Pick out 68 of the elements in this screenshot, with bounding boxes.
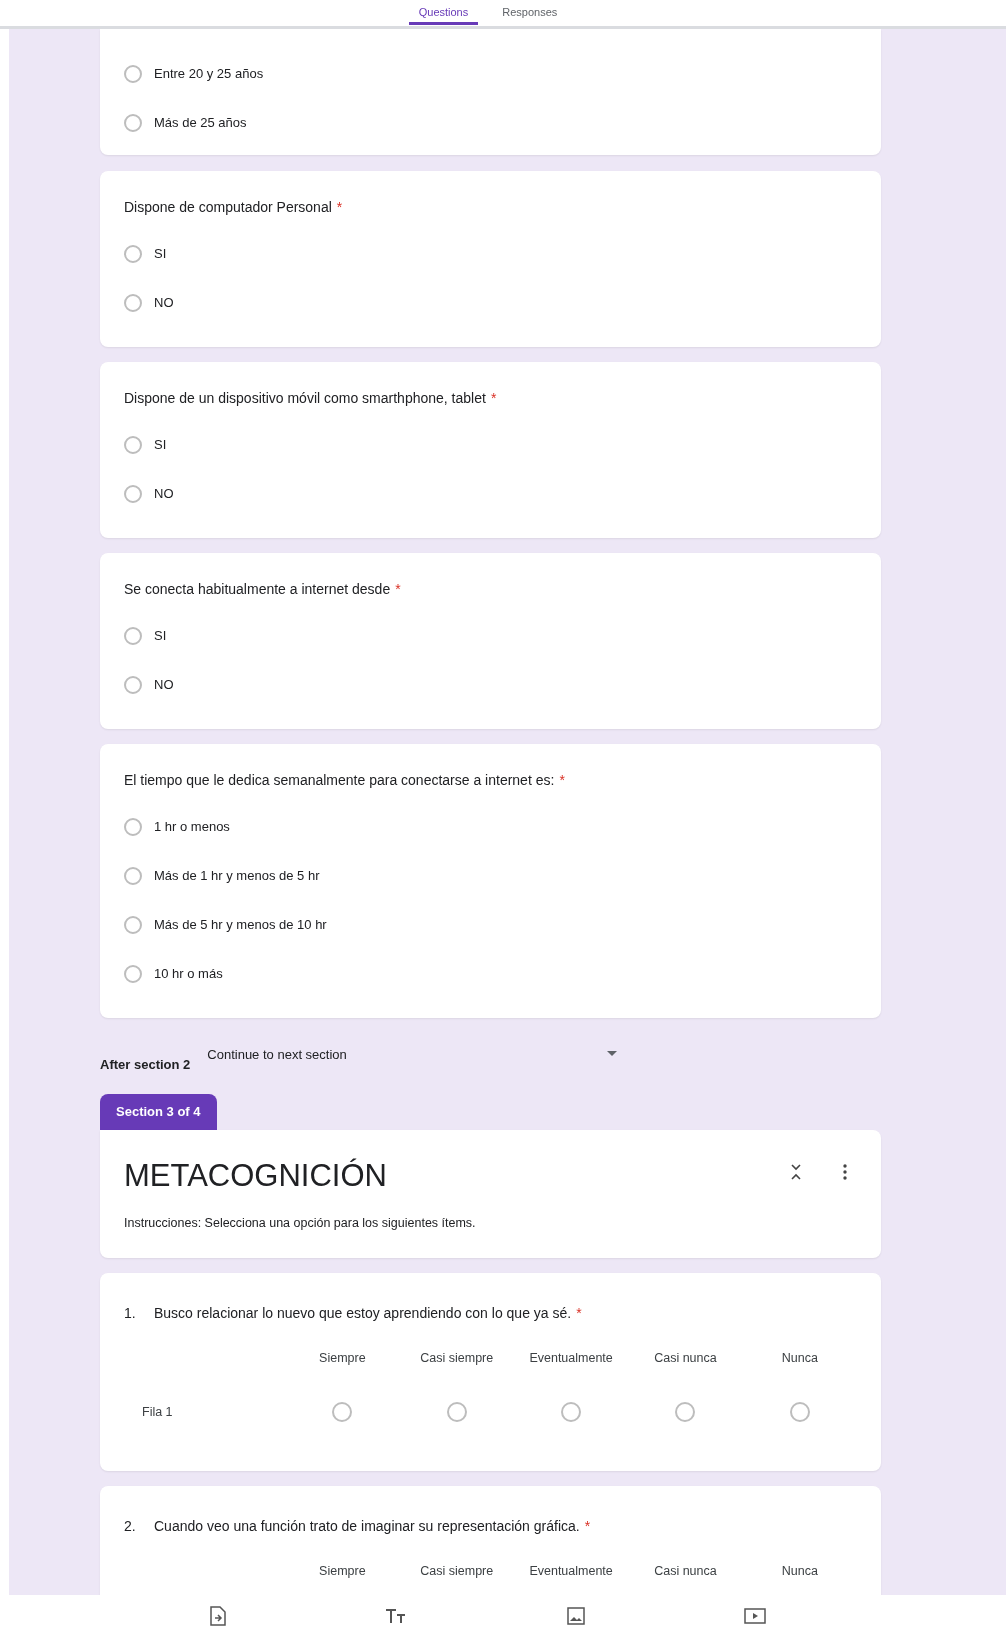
- column-label: Casi nunca: [653, 1564, 718, 1578]
- image-icon[interactable]: [566, 1606, 585, 1625]
- question-number: 1.: [124, 1304, 137, 1323]
- option-label: Más de 5 hr y menos de 10 hr: [154, 917, 327, 932]
- caret-icon: [607, 1051, 618, 1056]
- column-label: Eventualmente: [528, 1564, 614, 1578]
- option-label: SI: [154, 628, 167, 643]
- radio-button[interactable]: [332, 1402, 353, 1422]
- radio-button[interactable]: [789, 1402, 810, 1422]
- option-label: 10 hr o más: [154, 966, 223, 981]
- tab[interactable]: Questions: [408, 0, 479, 25]
- required-mark: *: [336, 199, 343, 215]
- collapse-icon[interactable]: [791, 1164, 801, 1180]
- option-label: Más de 25 años: [154, 115, 247, 130]
- column-label: Casi nunca: [653, 1351, 718, 1365]
- question-title: Busco relacionar lo nuevo que estoy aprendiendo con lo que ya sé.: [154, 1304, 572, 1323]
- radio-button[interactable]: [124, 244, 142, 263]
- column-label: Nunca: [780, 1564, 819, 1578]
- option-label: NO: [154, 677, 174, 692]
- title-text-icon[interactable]: [385, 1607, 408, 1624]
- after-section-label: After section 2: [100, 1057, 191, 1072]
- option-label: NO: [154, 295, 174, 310]
- option-label: NO: [154, 486, 174, 501]
- option-label: SI: [154, 246, 167, 261]
- radio-button[interactable]: [561, 1402, 582, 1422]
- more-options-icon[interactable]: [843, 1164, 847, 1180]
- option-label: Más de 1 hr y menos de 5 hr: [154, 868, 320, 883]
- radio-button[interactable]: [124, 626, 142, 645]
- section-description: Instrucciones: Selecciona una opción para los siguientes ítems.: [124, 1216, 477, 1230]
- column-label: Casi siempre: [419, 1351, 495, 1365]
- radio-button[interactable]: [446, 1402, 467, 1422]
- video-icon[interactable]: [744, 1607, 767, 1624]
- import-question-icon[interactable]: [209, 1605, 226, 1626]
- radio-button[interactable]: [124, 64, 142, 83]
- required-mark: *: [584, 1517, 591, 1536]
- question-title: Dispone de computador Personal: [124, 199, 332, 215]
- section-title: METACOGNICIÓN: [124, 1158, 387, 1194]
- radio-button[interactable]: [124, 915, 142, 934]
- radio-button[interactable]: [124, 675, 142, 694]
- option-label: 1 hr o menos: [154, 819, 230, 834]
- question-title: Se conecta habitualmente a internet desde: [124, 581, 391, 597]
- required-mark: *: [490, 390, 497, 406]
- column-label: Nunca: [780, 1351, 819, 1365]
- column-label: Eventualmente: [528, 1351, 614, 1365]
- radio-button[interactable]: [124, 866, 142, 885]
- radio-button[interactable]: [124, 484, 142, 503]
- question-title: El tiempo que le dedica semanalmente para conectarse a internet es:: [124, 772, 555, 788]
- column-label: Siempre: [318, 1564, 367, 1578]
- question-title: Dispone de un dispositivo móvil como smarthphone, tablet: [124, 390, 486, 406]
- question-title: Cuando veo una función trato de imaginar su representación gráfica.: [154, 1517, 580, 1536]
- section-tag: Section 3 of 4: [100, 1094, 217, 1130]
- radio-button[interactable]: [124, 435, 142, 454]
- required-mark: *: [559, 772, 565, 788]
- tab[interactable]: Responses: [492, 0, 568, 25]
- column-label: Casi siempre: [419, 1564, 495, 1578]
- radio-button[interactable]: [124, 293, 142, 312]
- row-label: Fila 1: [141, 1405, 174, 1419]
- question-number: 2.: [124, 1517, 137, 1536]
- option-label: Entre 20 y 25 años: [154, 66, 264, 81]
- radio-button[interactable]: [124, 113, 142, 132]
- option-label: SI: [154, 437, 167, 452]
- radio-button[interactable]: [124, 817, 142, 836]
- section-dropdown[interactable]: Continue to next section: [207, 1043, 618, 1066]
- radio-button[interactable]: [124, 964, 142, 983]
- column-label: Siempre: [318, 1351, 367, 1365]
- required-mark: *: [576, 1304, 582, 1323]
- required-mark: *: [395, 581, 401, 597]
- radio-button[interactable]: [675, 1402, 696, 1422]
